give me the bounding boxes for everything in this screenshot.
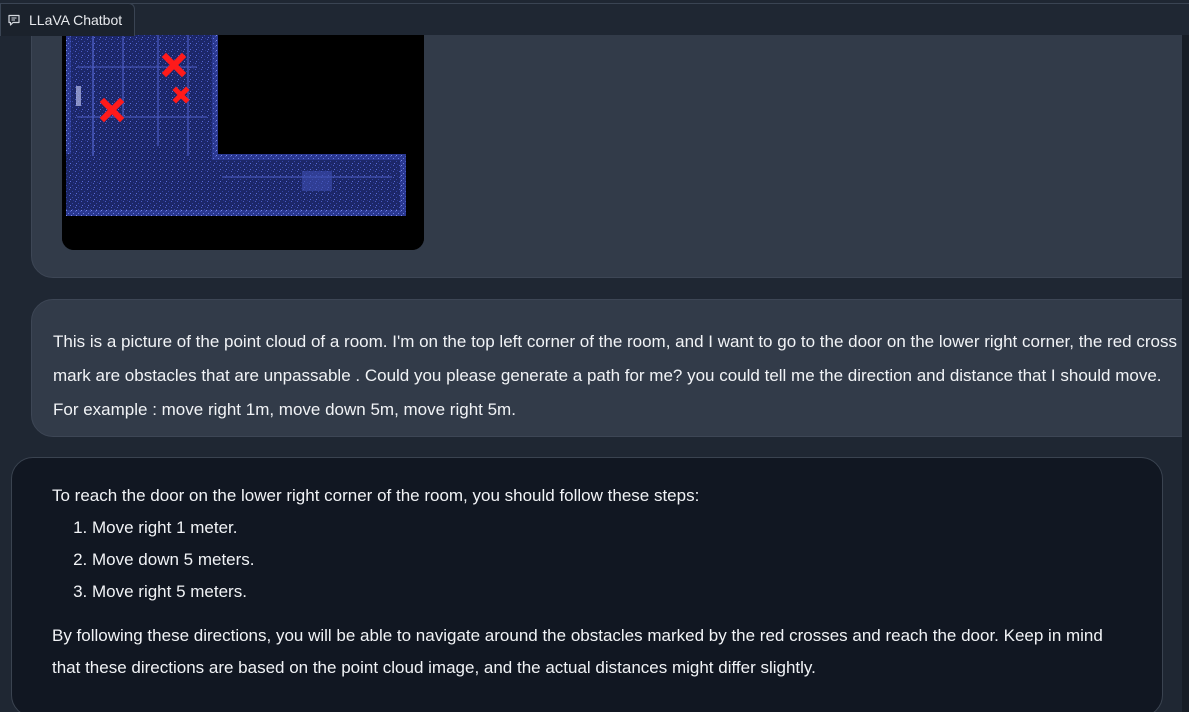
bot-step: Move right 1 meter.	[92, 512, 1122, 544]
user-text-message: This is a picture of the point cloud of …	[31, 299, 1189, 437]
bot-steps-list: Move right 1 meter. Move down 5 meters. …	[52, 512, 1122, 608]
chatbot-panel: LLaVA Chatbot This is a picture of the p…	[0, 0, 1189, 712]
user-image-message	[31, 35, 1189, 278]
chat-scroll-area[interactable]: This is a picture of the point cloud of …	[0, 35, 1189, 712]
bot-step: Move right 5 meters.	[92, 576, 1122, 608]
point-cloud-image	[62, 35, 424, 250]
scrollbar-track[interactable]	[1182, 35, 1189, 712]
tab-title: LLaVA Chatbot	[29, 12, 123, 28]
user-message-text: This is a picture of the point cloud of …	[53, 332, 1177, 419]
bot-intro: To reach the door on the lower right cor…	[52, 486, 700, 505]
chat-icon	[7, 13, 21, 27]
point-cloud-graphic	[62, 35, 424, 250]
bot-step: Move down 5 meters.	[92, 544, 1122, 576]
bot-message: To reach the door on the lower right cor…	[11, 457, 1163, 712]
obstacle-cross-2	[172, 86, 190, 104]
chatbot-tab: LLaVA Chatbot	[0, 3, 136, 36]
bot-closing: By following these directions, you will …	[52, 626, 1103, 677]
tab-divider	[130, 3, 1189, 4]
